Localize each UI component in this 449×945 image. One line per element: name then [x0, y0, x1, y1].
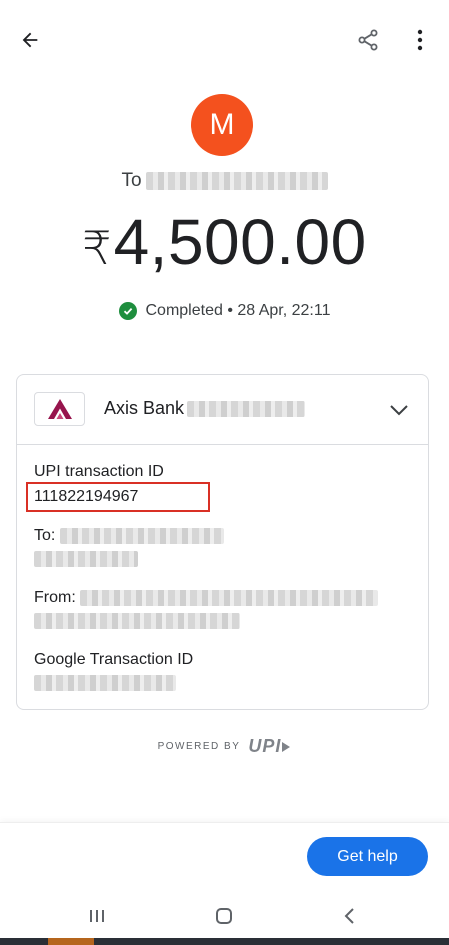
axis-bank-logo	[34, 392, 85, 426]
to-upi-redacted	[34, 551, 138, 567]
home-icon	[216, 908, 232, 924]
more-vert-icon	[417, 29, 423, 51]
bank-account-header[interactable]: Axis Bank	[17, 375, 428, 445]
back-button[interactable]	[12, 22, 48, 58]
amount-value: 4,500.00	[113, 206, 367, 278]
share-icon	[358, 29, 378, 51]
check-circle-icon	[118, 302, 137, 320]
recipient-avatar: M	[191, 94, 253, 156]
home-button[interactable]	[209, 903, 239, 929]
bottom-edge-accent	[48, 938, 94, 945]
upi-transaction-id-value: 111822194967	[34, 488, 139, 505]
avatar-initial: M	[209, 108, 235, 141]
upi-transaction-id-label: UPI transaction ID	[34, 463, 164, 480]
google-transaction-id-redacted	[34, 675, 176, 691]
bottom-edge-strip	[0, 938, 449, 945]
expand-button[interactable]	[384, 395, 414, 425]
to-account-redacted	[59, 527, 224, 544]
transaction-details-card: Axis Bank UPI transaction ID 11182219496…	[16, 374, 429, 710]
system-navigation-bar	[0, 895, 449, 937]
recents-button[interactable]	[82, 903, 112, 929]
to-label: To:	[34, 527, 56, 544]
payment-status: Completed • 28 Apr, 22:11	[0, 298, 449, 324]
share-button[interactable]	[350, 22, 386, 58]
from-upi-redacted	[34, 613, 240, 629]
nav-back-button[interactable]	[334, 903, 364, 929]
payment-amount: ₹ 4,500.00	[0, 205, 449, 279]
powered-by-upi: POWERED BY UPI	[0, 734, 449, 758]
currency-symbol: ₹	[82, 222, 112, 274]
status-text: Completed • 28 Apr, 22:11	[145, 302, 331, 319]
bank-name-text: Axis Bank	[104, 398, 185, 418]
google-transaction-id-label: Google Transaction ID	[34, 651, 194, 668]
powered-by-text: POWERED BY	[157, 740, 241, 752]
upi-logo: UPI	[248, 736, 291, 757]
more-options-button[interactable]	[404, 22, 436, 58]
to-label-row: To:	[34, 527, 224, 545]
from-account-redacted	[80, 589, 379, 606]
recipient-name-redacted	[145, 172, 328, 190]
nav-back-icon	[344, 908, 354, 924]
from-label: From:	[34, 589, 76, 606]
from-label-row: From:	[34, 589, 379, 607]
to-prefix: To	[121, 170, 142, 191]
arrow-left-icon	[22, 32, 38, 48]
chevron-down-icon	[390, 405, 408, 416]
account-number-redacted	[187, 400, 306, 417]
get-help-button[interactable]: Get help	[307, 837, 428, 876]
top-app-bar	[0, 0, 449, 76]
recipient-line: To	[0, 169, 449, 193]
recents-icon	[90, 910, 104, 922]
bank-account-name: Axis Bank	[104, 398, 306, 419]
